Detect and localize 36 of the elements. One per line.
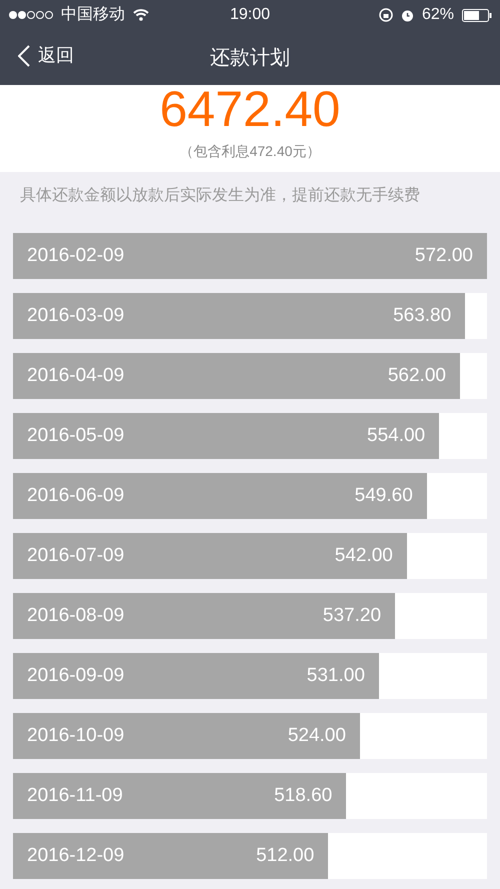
due-date: 2016-07-09 <box>27 544 124 568</box>
repayment-note: 具体还款金额以放款后实际发生为准，提前还款无手续费 <box>20 186 420 206</box>
page-title: 还款计划 <box>210 46 290 70</box>
battery-percent: 62% <box>422 5 454 25</box>
due-date: 2016-04-09 <box>27 364 124 388</box>
payment-amount: 572.00 <box>414 244 473 268</box>
battery-icon <box>462 8 492 22</box>
due-date: 2016-05-09 <box>27 424 124 448</box>
back-button[interactable]: 返回 <box>18 42 74 69</box>
due-date: 2016-06-09 <box>27 484 124 508</box>
payment-amount: 518.60 <box>274 784 332 808</box>
due-date: 2016-09-09 <box>27 664 124 688</box>
total-amount: 6472.40 <box>160 85 340 133</box>
due-date: 2016-11-09 <box>27 784 123 808</box>
payment-amount: 563.80 <box>393 304 452 328</box>
interest-note: （包含利息472.40元） <box>180 142 320 161</box>
back-chevron-icon <box>18 44 30 66</box>
payment-amount: 542.00 <box>334 544 393 568</box>
payment-amount: 549.60 <box>354 484 413 508</box>
due-date: 2016-12-09 <box>27 844 124 868</box>
payment-amount: 537.20 <box>322 604 382 628</box>
payment-amount: 554.00 <box>367 424 426 448</box>
signal-icon <box>8 10 53 20</box>
payment-amount: 562.00 <box>388 364 446 388</box>
status-time: 19:00 <box>228 5 272 25</box>
payment-amount: 531.00 <box>306 664 365 688</box>
rotation-lock-icon <box>378 8 393 22</box>
payment-amount: 524.00 <box>288 724 346 748</box>
payment-amount: 512.00 <box>256 844 314 868</box>
due-date: 2016-02-09 <box>27 244 124 268</box>
due-date: 2016-08-09 <box>27 604 124 628</box>
wifi-icon <box>133 9 149 21</box>
alarm-icon <box>400 8 414 22</box>
due-date: 2016-03-09 <box>27 304 124 328</box>
carrier-name: 中国移动 <box>61 4 125 25</box>
due-date: 2016-10-09 <box>27 724 124 748</box>
